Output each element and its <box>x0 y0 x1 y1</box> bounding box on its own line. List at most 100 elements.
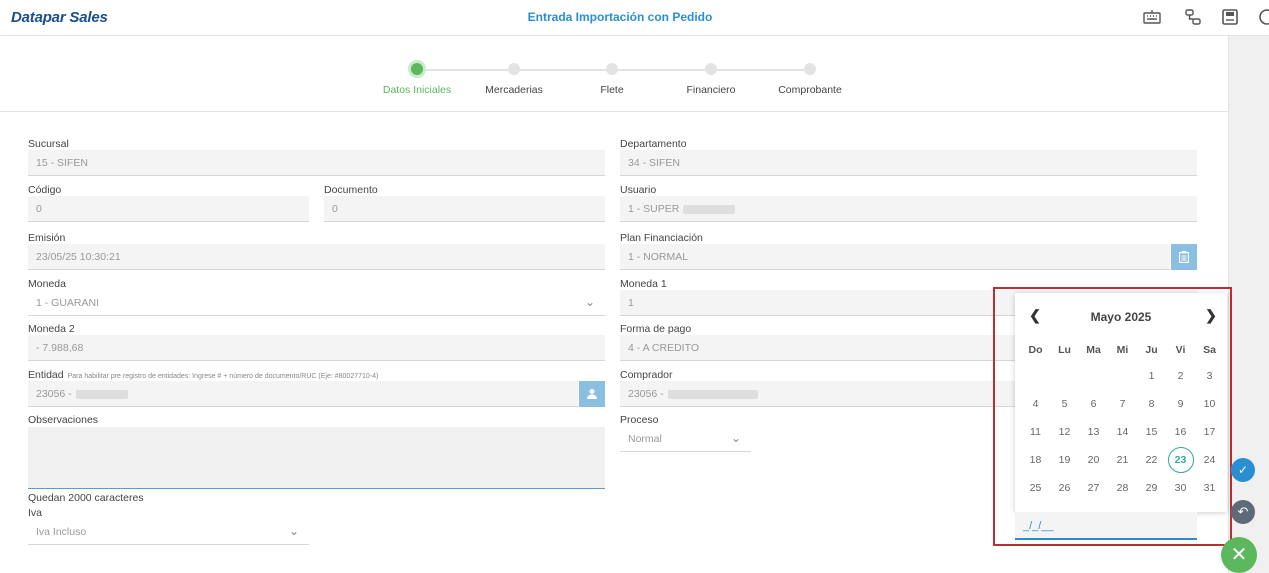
weekday-header-row: Do Lu Ma Mi Ju Vi Sa <box>1021 338 1224 362</box>
calendar-day[interactable]: 22 <box>1137 454 1166 466</box>
proceso-select[interactable]: Normal ⌄ <box>620 426 751 452</box>
help-icon[interactable] <box>1258 8 1269 26</box>
calendar-day[interactable]: 9 <box>1166 398 1195 410</box>
step-dot <box>411 63 423 75</box>
wizard-stepper: Datos Iniciales Mercaderias Flete Financ… <box>0 37 1228 112</box>
weekday-label: Mi <box>1116 344 1129 356</box>
step-financiero[interactable]: Financiero <box>661 62 761 96</box>
calendar-day[interactable]: 21 <box>1108 454 1137 466</box>
calendar-day[interactable]: 24 <box>1195 454 1224 466</box>
entidad-hint: Para habilitar pre registro de entidades… <box>67 373 379 380</box>
entidad-label-text: Entidad <box>28 369 64 381</box>
emision-field[interactable]: 23/05/25 10:30:21 <box>28 244 605 270</box>
plan-lookup-button[interactable] <box>1171 244 1197 270</box>
usuario-field[interactable]: 1 - SUPER <box>620 196 1197 222</box>
redacted-text <box>667 389 758 399</box>
calendar-day[interactable]: 30 <box>1166 482 1195 494</box>
calendar-header: ❮ Mayo 2025 ❯ <box>1015 293 1227 333</box>
step-mercaderias[interactable]: Mercaderias <box>464 62 564 96</box>
observaciones-textarea[interactable] <box>28 427 605 489</box>
calendar-month-title[interactable]: Mayo 2025 <box>1015 310 1227 324</box>
calendar-day[interactable]: 15 <box>1137 426 1166 438</box>
calendar-day[interactable]: 12 <box>1050 426 1079 438</box>
save-icon[interactable] <box>1221 8 1239 26</box>
calendar-day[interactable]: 26 <box>1050 482 1079 494</box>
network-icon[interactable] <box>1184 8 1202 26</box>
emision-label: Emisión <box>28 232 66 244</box>
calendar-week: 18 19 20 21 22 23 24 <box>1021 446 1224 474</box>
entidad-value: 23056 - <box>36 388 72 400</box>
moneda2-field[interactable]: - 7.988,68 <box>28 335 605 361</box>
calendar-day[interactable]: 16 <box>1166 426 1195 438</box>
chevron-down-icon: ⌄ <box>584 295 595 309</box>
moneda-select[interactable]: 1 - GUARANI ⌄ <box>28 290 605 316</box>
step-dot <box>804 63 816 75</box>
calendar-day[interactable]: 11 <box>1021 426 1050 438</box>
calendar-day[interactable]: 14 <box>1108 426 1137 438</box>
keyboard-icon[interactable] <box>1143 8 1161 26</box>
departamento-field[interactable]: 34 - SIFEN <box>620 150 1197 176</box>
calendar-day[interactable]: 13 <box>1079 426 1108 438</box>
entidad-field[interactable]: 23056 - <box>28 381 578 407</box>
undo-button[interactable]: ↶ <box>1231 500 1255 524</box>
calendar-day[interactable]: 17 <box>1195 426 1224 438</box>
right-side-panel <box>1228 36 1269 573</box>
moneda2-label: Moneda 2 <box>28 323 75 335</box>
codigo-field[interactable]: 0 <box>28 196 309 222</box>
iva-label: Iva <box>28 507 43 519</box>
step-label: Mercaderias <box>485 84 543 96</box>
iva-select[interactable]: Iva Incluso ⌄ <box>28 519 309 545</box>
calendar-day[interactable]: 2 <box>1166 370 1195 382</box>
date-input[interactable]: _/_/__ <box>1015 512 1197 540</box>
calendar-day[interactable]: 19 <box>1050 454 1079 466</box>
step-flete[interactable]: Flete <box>562 62 662 96</box>
calendar-day[interactable]: 1 <box>1137 370 1166 382</box>
plan-value: 1 - NORMAL <box>628 251 689 263</box>
calendar-grid: Do Lu Ma Mi Ju Vi Sa 1 2 3 4 5 6 7 8 9 1… <box>1021 338 1224 502</box>
weekday-label: Lu <box>1058 344 1071 356</box>
calendar-day[interactable]: 10 <box>1195 398 1224 410</box>
today-marker: 23 <box>1167 447 1194 473</box>
moneda-label: Moneda <box>28 278 66 290</box>
user-icon <box>587 389 597 399</box>
moneda2-value: - 7.988,68 <box>36 342 84 354</box>
user-search-button[interactable] <box>579 381 605 407</box>
weekday-label: Sa <box>1203 344 1216 356</box>
step-comprobante[interactable]: Comprobante <box>760 62 860 96</box>
comprador-label: Comprador <box>620 369 673 381</box>
confirm-button[interactable]: ✓ <box>1231 458 1255 482</box>
calendar-day[interactable]: 31 <box>1195 482 1224 494</box>
sucursal-field[interactable]: 15 - SIFEN <box>28 150 605 176</box>
calendar-week: 11 12 13 14 15 16 17 <box>1021 418 1224 446</box>
calendar-day[interactable]: 5 <box>1050 398 1079 410</box>
calendar-day[interactable]: 28 <box>1108 482 1137 494</box>
calendar-day[interactable]: 27 <box>1079 482 1108 494</box>
calendar-day[interactable]: 8 <box>1137 398 1166 410</box>
chevron-down-icon: ⌄ <box>730 431 741 445</box>
calendar-day[interactable]: 29 <box>1137 482 1166 494</box>
next-month-icon[interactable]: ❯ <box>1203 307 1219 324</box>
departamento-label: Departamento <box>620 138 687 150</box>
comprador-value: 23056 - <box>628 388 664 400</box>
calendar-day-today[interactable]: 23 <box>1166 447 1195 473</box>
calendar-day[interactable]: 25 <box>1021 482 1050 494</box>
calendar-day[interactable]: 18 <box>1021 454 1050 466</box>
documento-label: Documento <box>324 184 378 196</box>
redacted-text <box>75 389 128 399</box>
calendar-day[interactable]: 20 <box>1079 454 1108 466</box>
sucursal-value: 15 - SIFEN <box>36 157 88 169</box>
weekday-label: Ma <box>1086 344 1101 356</box>
emision-value: 23/05/25 10:30:21 <box>36 251 121 263</box>
step-dot <box>606 63 618 75</box>
date-picker-popup: ❮ Mayo 2025 ❯ Do Lu Ma Mi Ju Vi Sa 1 2 3… <box>1015 293 1227 512</box>
calendar-day[interactable]: 4 <box>1021 398 1050 410</box>
calendar-week: 25 26 27 28 29 30 31 <box>1021 474 1224 502</box>
calendar-day[interactable]: 3 <box>1195 370 1224 382</box>
documento-field[interactable]: 0 <box>324 196 605 222</box>
calendar-day[interactable]: 7 <box>1108 398 1137 410</box>
step-datos-iniciales[interactable]: Datos Iniciales <box>367 62 467 96</box>
page-title: Entrada Importación con Pedido <box>527 10 713 24</box>
plan-field[interactable]: 1 - NORMAL <box>620 244 1170 270</box>
close-button[interactable]: ✕ <box>1221 537 1257 573</box>
calendar-day[interactable]: 6 <box>1079 398 1108 410</box>
